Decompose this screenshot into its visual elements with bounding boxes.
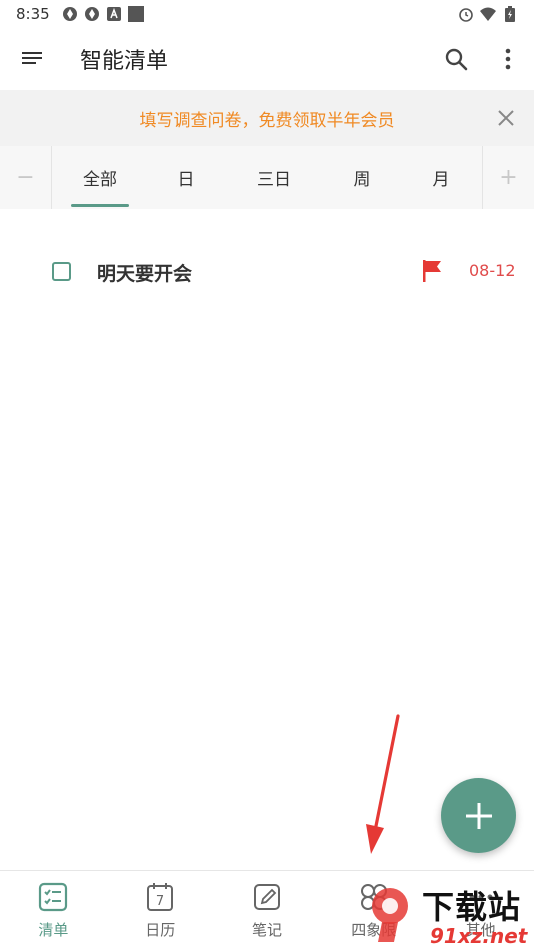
tab-label: 全部 [83,170,117,190]
more-vertical-icon [505,48,511,70]
app-actions [430,33,534,85]
overflow-menu-button[interactable] [482,33,534,85]
battery-icon [502,6,518,22]
range-tabs-row: − 全部 日 三日 周 月 + [0,146,534,209]
alarm-icon [458,6,474,22]
plus-icon: + [499,165,518,190]
status-bar: 8:35 [0,0,534,28]
nav-label: 清单 [38,921,69,939]
banner-close-button[interactable] [492,104,520,132]
search-button[interactable] [430,33,482,85]
plus-icon [465,802,492,829]
calendar-icon: 7 [144,881,176,913]
close-icon [498,110,514,126]
tab-label: 日 [177,170,195,190]
more-icon [465,881,497,913]
square-notification-icon [127,6,144,22]
nav-item-list[interactable]: 清单 [0,871,107,950]
nav-label: 其他 [465,921,496,939]
nav-label: 四象限 [351,921,397,939]
app-notification-icon [106,6,122,22]
task-item[interactable]: 明天要开会 08-12 [0,244,534,300]
add-task-button[interactable] [441,778,516,853]
survey-banner[interactable]: 填写调查问卷，免费领取半年会员 [0,90,534,146]
tab-all[interactable]: 全部 [52,146,148,209]
nav-label: 笔记 [251,921,282,939]
status-left-icons [62,6,144,22]
nav-item-notes[interactable]: 笔记 [214,871,321,950]
flag-icon[interactable] [421,259,443,283]
page-title: 智能清单 [80,49,169,74]
tab-three-days[interactable]: 三日 [224,146,324,209]
calendar-day-badge: 7 [156,894,164,909]
task-title[interactable]: 明天要开会 [97,259,192,286]
status-time: 8:35 [16,5,50,23]
annotation-arrow [366,714,400,854]
minus-icon: − [16,165,35,190]
tab-label: 月 [432,170,450,190]
app-bar: 智能清单 [0,28,534,90]
note-icon [251,881,283,913]
tab-decrease-button[interactable]: − [0,146,52,209]
menu-button[interactable] [0,28,64,90]
bottom-nav: 清单 7 日历 笔记 四象限 其他 [0,870,534,950]
task-checkbox[interactable] [52,262,71,281]
status-right-icons [458,6,518,22]
menu-icon [22,52,42,64]
nav-label: 日历 [145,921,176,939]
tab-day[interactable]: 日 [148,146,224,209]
range-tabs: 全部 日 三日 周 月 [52,146,482,209]
wifi-icon [480,6,496,22]
tab-week[interactable]: 周 [324,146,400,209]
quadrant-icon [358,881,390,913]
tab-month[interactable]: 月 [400,146,482,209]
tab-increase-button[interactable]: + [482,146,534,209]
tab-label: 周 [353,170,371,190]
search-icon [445,48,468,71]
aperture-icon [62,6,78,22]
tab-label: 三日 [257,170,291,190]
nav-item-calendar[interactable]: 7 日历 [107,871,214,950]
banner-text[interactable]: 填写调查问卷，免费领取半年会员 [140,106,395,131]
checklist-icon [37,881,69,913]
nav-item-quadrant[interactable]: 四象限 [320,871,427,950]
nav-item-more[interactable]: 其他 [427,871,534,950]
task-due-date: 08-12 [469,261,516,280]
aperture-icon [84,6,100,22]
